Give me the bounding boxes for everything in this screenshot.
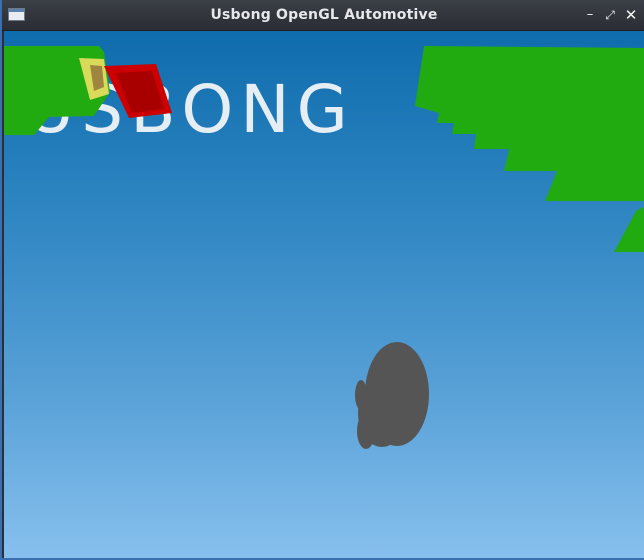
minimize-icon: – — [586, 7, 594, 22]
right-foliage-upper — [415, 46, 644, 201]
close-icon: ✕ — [624, 6, 638, 24]
title-bar[interactable]: Usbong OpenGL Automotive – ⤢ ✕ — [2, 0, 644, 31]
close-button[interactable]: ✕ — [623, 7, 639, 23]
opengl-viewport[interactable]: USBONG — [4, 31, 644, 558]
gray-blob-object — [355, 342, 429, 449]
right-foliage-lower — [614, 207, 644, 252]
scene-canvas: USBONG — [4, 46, 644, 449]
minimize-button[interactable]: – — [582, 7, 598, 23]
app-window: Usbong OpenGL Automotive – ⤢ ✕ USBONG — [0, 0, 644, 560]
maximize-button[interactable]: ⤢ — [602, 7, 618, 23]
window-title: Usbong OpenGL Automotive — [210, 7, 438, 23]
maximize-icon: ⤢ — [605, 8, 615, 22]
